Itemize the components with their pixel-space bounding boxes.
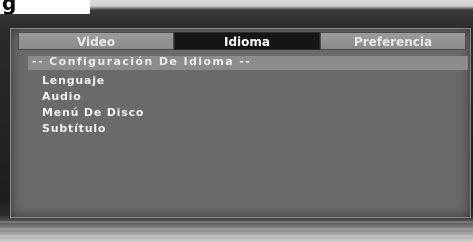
menu-item-subtitulo[interactable]: Subtítulo <box>42 121 144 137</box>
tab-bar: Video Idioma Preferencia <box>18 32 466 50</box>
tab-idioma[interactable]: Idioma <box>174 32 320 50</box>
scanline <box>0 235 473 237</box>
menu-item-lenguaje[interactable]: Lenguaje <box>42 73 144 89</box>
tab-video[interactable]: Video <box>18 32 174 50</box>
title-fragment-text: g <box>2 0 17 14</box>
title-fragment: g <box>0 0 90 14</box>
scanline <box>0 228 473 230</box>
screen-frame: g Video Idioma Preferencia -- Configurac… <box>0 0 473 242</box>
section-header: -- Configuración De Idioma -- <box>32 55 252 68</box>
settings-menu: Lenguaje Audio Menú De Disco Subtítulo <box>42 73 144 137</box>
scanline <box>0 221 473 223</box>
tab-preferencia[interactable]: Preferencia <box>320 32 466 50</box>
menu-item-audio[interactable]: Audio <box>42 89 144 105</box>
menu-item-menu-de-disco[interactable]: Menú De Disco <box>42 105 144 121</box>
